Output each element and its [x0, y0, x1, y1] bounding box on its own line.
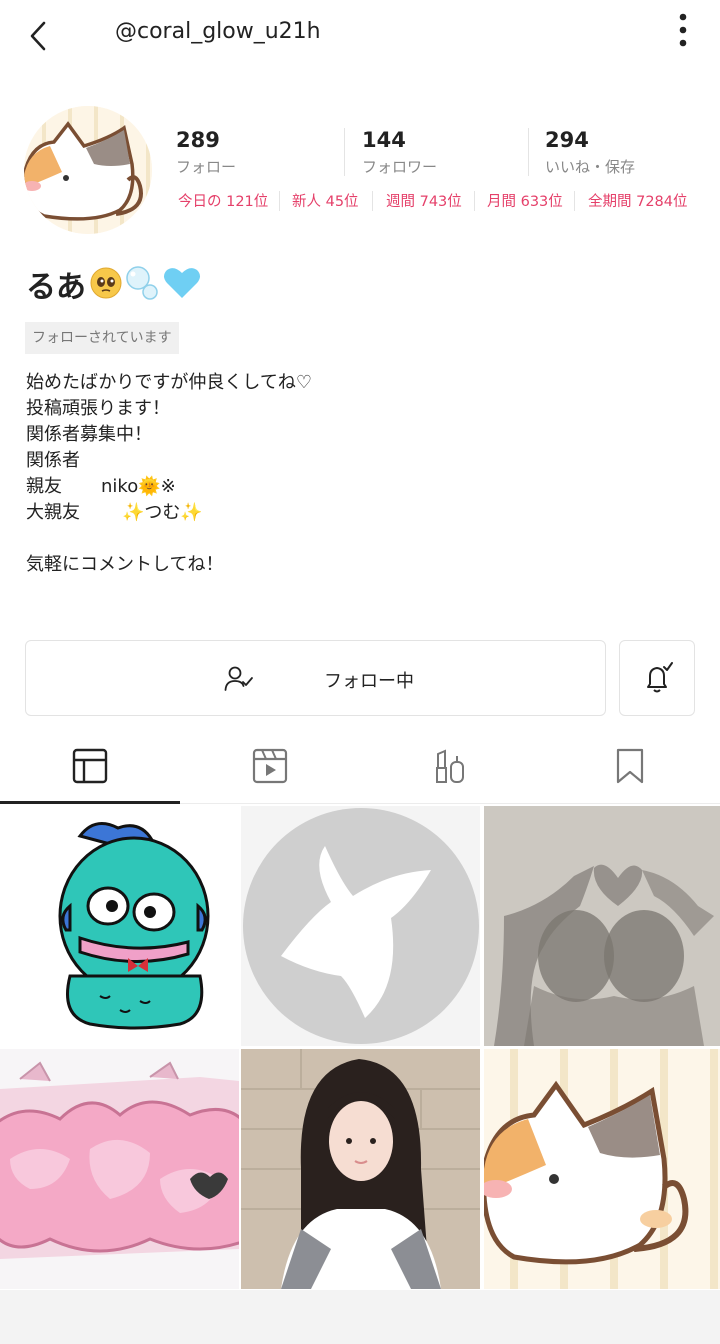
name-emoji-decoration — [90, 264, 210, 302]
rank-value: 45位 — [325, 194, 359, 210]
display-name: るあ — [26, 270, 86, 305]
bio: 始めたばかりですが仲良くしてね♡ 投稿頑張ります！ 関係者募集中！ 関係者 親友… — [26, 370, 686, 578]
tab-cosmetics[interactable] — [360, 730, 540, 804]
rank-value: 633位 — [520, 194, 563, 210]
rank-value: 121位 — [226, 194, 269, 210]
bio-line: 投稿頑張ります！ — [26, 398, 170, 419]
grid-icon — [72, 748, 108, 784]
likes-count: 294 — [545, 128, 589, 152]
post-thumbnail[interactable] — [0, 1049, 239, 1289]
default-placeholder-image — [243, 808, 479, 1044]
rank-label: 月間 — [487, 194, 516, 210]
post-thumbnail[interactable] — [0, 806, 239, 1046]
bio-line: 関係者募集中！ — [26, 424, 152, 445]
tab-posts-grid[interactable] — [0, 730, 180, 804]
bio-line: 始めたばかりですが仲良くしてね♡ — [26, 372, 312, 393]
divider — [372, 191, 373, 211]
content-tabs — [0, 730, 720, 804]
following-count: 289 — [176, 128, 220, 152]
tab-videos[interactable] — [180, 730, 360, 804]
following-button-label: フォロー中 — [324, 671, 414, 692]
divider — [528, 128, 529, 176]
active-tab-indicator — [0, 801, 180, 804]
bio-label: 親友 — [26, 476, 62, 497]
following-label: フォロー — [176, 158, 237, 176]
back-arrow-icon[interactable] — [22, 18, 56, 52]
top-bar: @coral_glow_u21h — [0, 0, 720, 70]
username: @coral_glow_u21h — [115, 19, 321, 44]
post-thumbnail[interactable] — [484, 806, 720, 1046]
stat-likes[interactable]: 294 いいね・保存 — [545, 128, 635, 177]
divider — [474, 191, 475, 211]
bio-blank-line — [26, 526, 686, 552]
bio-line: 気軽にコメントしてね！ — [26, 554, 224, 575]
video-icon — [252, 748, 288, 784]
notification-bell-button[interactable] — [619, 640, 695, 716]
calico-cat-image — [484, 1049, 720, 1289]
post-thumbnail[interactable] — [484, 1049, 720, 1289]
rank-label: 今日の — [178, 194, 222, 210]
tab-saved[interactable] — [540, 730, 720, 804]
rank-newcomer[interactable]: 新人 45位 — [292, 190, 359, 211]
post-thumbnail[interactable] — [241, 806, 480, 1046]
divider — [279, 191, 280, 211]
following-button[interactable]: フォロー中 — [25, 640, 606, 716]
rank-value: 743位 — [419, 194, 462, 210]
rank-label: 新人 — [292, 194, 321, 210]
likes-label: いいね・保存 — [545, 158, 636, 176]
follows-you-badge: フォローされています — [25, 322, 179, 354]
followers-count: 144 — [362, 128, 406, 152]
user-check-icon — [224, 665, 254, 693]
cosmetics-icon — [436, 749, 464, 783]
bio-label: 大親友 — [26, 502, 80, 523]
rank-label: 全期間 — [588, 194, 632, 210]
stats-row: 289 フォロー 144 フォロワー 294 いいね・保存 — [176, 128, 696, 178]
bookmark-icon — [616, 748, 644, 784]
profile-avatar[interactable] — [24, 106, 152, 234]
divider — [574, 191, 575, 211]
followers-label: フォロワー — [362, 158, 438, 176]
post-thumbnail[interactable] — [241, 1049, 480, 1289]
bottom-area — [0, 1290, 720, 1344]
bio-line: 大親友 ✨つむ✨ — [26, 500, 686, 526]
post-grid — [0, 806, 720, 1290]
rank-monthly[interactable]: 月間 633位 — [487, 190, 563, 211]
rank-value: 7284位 — [636, 194, 688, 210]
bio-value: niko🌞※ — [101, 476, 176, 497]
heart-shadow-photo — [484, 806, 720, 1046]
bio-line: 親友 niko🌞※ — [26, 474, 686, 500]
stat-followers[interactable]: 144 フォロワー — [362, 128, 437, 177]
more-options-icon[interactable] — [668, 12, 698, 56]
stat-following[interactable]: 289 フォロー — [176, 128, 236, 177]
fish-character-image — [58, 822, 210, 1030]
rank-today[interactable]: 今日の 121位 — [178, 190, 268, 211]
rank-label: 週間 — [386, 194, 415, 210]
pink-3d-lettering-image — [0, 1049, 239, 1289]
portrait-photo — [241, 1049, 480, 1289]
rank-weekly[interactable]: 週間 743位 — [386, 190, 462, 211]
rank-alltime[interactable]: 全期間 7284位 — [588, 190, 688, 211]
divider — [344, 128, 345, 176]
bio-value: ✨つむ✨ — [122, 502, 203, 523]
bio-line: 関係者 — [26, 450, 80, 471]
